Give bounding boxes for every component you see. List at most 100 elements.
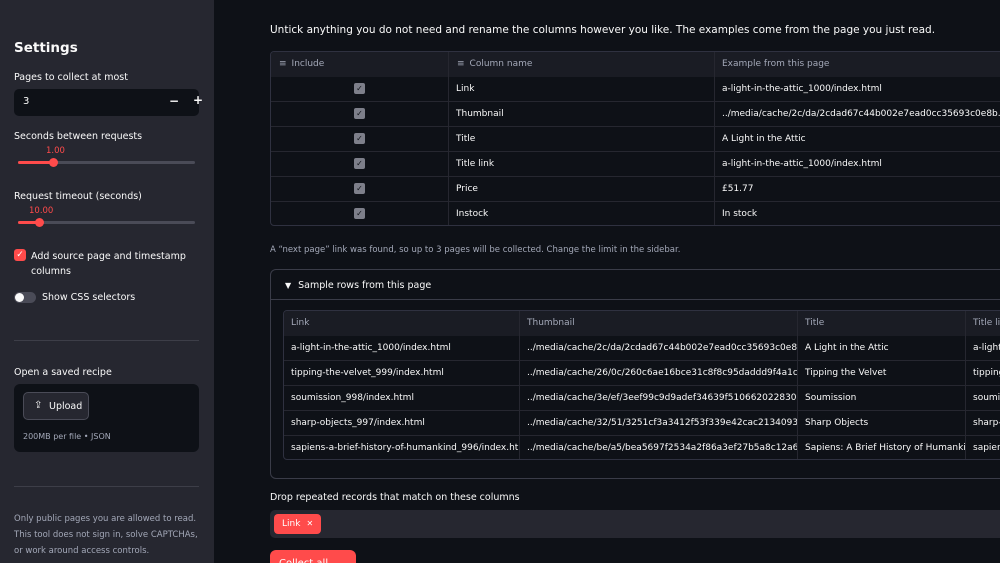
- sidebar-divider: [14, 486, 199, 487]
- sample-header-title[interactable]: Title: [798, 311, 966, 336]
- sample-cell-title-link: sharp-objects_997/index.html: [973, 418, 1000, 428]
- include-cell[interactable]: ✓: [271, 77, 449, 102]
- sample-cell-link: soumission_998/index.html: [284, 386, 520, 411]
- sample-cell-thumbnail: ../media/cache/2c/da/2cdad67c44b002e7ead…: [520, 336, 798, 361]
- sample-header-title-link[interactable]: Title link: [966, 311, 1000, 336]
- file-uploader[interactable]: ⇪ Upload 200MB per file • JSON: [14, 384, 199, 452]
- sample-cell-title: Tipping the Velvet: [798, 361, 966, 386]
- sidebar: Settings Pages to collect at most 3 − + …: [0, 0, 214, 563]
- column-name-cell[interactable]: Price: [449, 177, 715, 202]
- table-row: ✓ Title link a-light-in-the-attic_1000/ind…: [271, 152, 1000, 177]
- include-checkbox[interactable]: ✓: [354, 183, 365, 194]
- expander-divider: [271, 299, 1000, 300]
- sample-cell-thumbnail: ../media/cache/32/51/3251cf3a3412f53f339…: [520, 411, 798, 436]
- collect-all-pages-button[interactable]: Collect all pages: [270, 550, 356, 563]
- table-header-row: Link Thumbnail Title Title link: [284, 311, 1000, 336]
- chip-link[interactable]: Link ✕: [274, 514, 322, 534]
- sample-cell-link: sapiens-a-brief-history-of-humankind_996…: [284, 436, 520, 459]
- include-cell[interactable]: ✓: [271, 127, 449, 152]
- column-name-header[interactable]: ≡ Column name: [449, 52, 715, 77]
- column-name-cell[interactable]: Title: [449, 127, 715, 152]
- table-row: sharp-objects_997/index.html ../media/cac…: [284, 411, 1000, 436]
- sample-cell-thumbnail: ../media/cache/3e/ef/3eef99c9d9adef34639…: [520, 386, 798, 411]
- sample-cell-title-link: tipping-the-velvet_999/index.html: [973, 368, 1000, 378]
- example-cell: a-light-in-the-attic_1000/index.html: [722, 159, 882, 169]
- sample-cell-title-link: a-light-in-the-attic_1000/index.html: [973, 343, 1000, 353]
- column-name-cell[interactable]: Thumbnail: [449, 102, 715, 127]
- include-cell[interactable]: ✓: [271, 177, 449, 202]
- dedupe-multiselect[interactable]: Link ✕: [270, 510, 1000, 538]
- column-name-cell[interactable]: Title link: [449, 152, 715, 177]
- toggle-knob: [15, 293, 24, 302]
- include-cell[interactable]: ✓: [271, 152, 449, 177]
- sample-cell-link: tipping-the-velvet_999/index.html: [284, 361, 520, 386]
- timeout-label: Request timeout (seconds): [14, 191, 142, 202]
- delay-slider-thumb[interactable]: [49, 158, 58, 167]
- add-source-checkbox[interactable]: ✓: [14, 249, 26, 261]
- delay-slider[interactable]: [18, 158, 195, 167]
- sample-cell-title: Sharp Objects: [798, 411, 966, 436]
- timeout-slider[interactable]: [18, 218, 195, 227]
- sample-rows-expander: ▼ Sample rows from this page Link Thumbna…: [270, 269, 1000, 479]
- sidebar-note: Only public pages you are allowed to rea…: [14, 514, 198, 556]
- table-row: sapiens-a-brief-history-of-humankind_996…: [284, 436, 1000, 459]
- include-checkbox[interactable]: ✓: [354, 108, 365, 119]
- sidebar-divider: [14, 340, 199, 341]
- upload-icon: ⇪: [34, 400, 43, 411]
- sample-table: Link Thumbnail Title Title link a-light-…: [283, 310, 1000, 460]
- table-row: tipping-the-velvet_999/index.html ../medi…: [284, 361, 1000, 386]
- table-row: a-light-in-the-attic_1000/index.html ../m…: [284, 336, 1000, 361]
- include-header[interactable]: ≡ Include: [271, 52, 449, 77]
- include-checkbox[interactable]: ✓: [354, 208, 365, 219]
- next-page-note: A “next page” link was found, so up to 3…: [270, 245, 681, 255]
- table-row: ✓ Thumbnail ../media/cache/2c/da/2cdad67c4…: [271, 102, 1000, 127]
- intro-text: Untick anything you do not need and rena…: [270, 24, 936, 36]
- include-checkbox[interactable]: ✓: [354, 133, 365, 144]
- edit-column-icon: ≡: [279, 59, 287, 69]
- add-source-label: Add source page and timestamp columns: [31, 251, 186, 277]
- show-css-toggle[interactable]: [14, 292, 36, 303]
- saved-recipe-label: Open a saved recipe: [14, 367, 112, 378]
- sample-cell-link: a-light-in-the-attic_1000/index.html: [284, 336, 520, 361]
- sample-cell-link: sharp-objects_997/index.html: [284, 411, 520, 436]
- decrement-button[interactable]: −: [169, 94, 179, 108]
- show-css-label: Show CSS selectors: [42, 292, 136, 303]
- example-cell: a-light-in-the-attic_1000/index.html: [722, 84, 882, 94]
- expander-toggle[interactable]: ▼ Sample rows from this page: [285, 280, 431, 291]
- sample-header-thumbnail[interactable]: Thumbnail: [520, 311, 798, 336]
- sample-cell-thumbnail: ../media/cache/be/a5/bea5697f2534a2f86a3…: [520, 436, 798, 459]
- include-cell[interactable]: ✓: [271, 202, 449, 225]
- sample-cell-title: A Light in the Attic: [798, 336, 966, 361]
- column-name-cell[interactable]: Link: [449, 77, 715, 102]
- table-row: soumission_998/index.html ../media/cache/…: [284, 386, 1000, 411]
- delay-slider-value: 1.00: [46, 146, 65, 156]
- pages-number-input[interactable]: 3 − +: [14, 89, 203, 116]
- close-icon[interactable]: ✕: [306, 519, 313, 528]
- sample-cell-title: Soumission: [798, 386, 966, 411]
- example-header[interactable]: Example from this page: [715, 52, 1000, 77]
- pages-label: Pages to collect at most: [14, 72, 128, 83]
- dedupe-label: Drop repeated records that match on thes…: [270, 492, 520, 503]
- timeout-slider-value: 10.00: [29, 206, 54, 216]
- include-checkbox[interactable]: ✓: [354, 158, 365, 169]
- expander-title: Sample rows from this page: [298, 280, 432, 291]
- chevron-down-icon: ▼: [285, 281, 292, 290]
- sample-cell-title: Sapiens: A Brief History of Humankind: [798, 436, 966, 459]
- pages-value[interactable]: 3: [23, 96, 29, 107]
- example-cell: A Light in the Attic: [722, 134, 806, 144]
- delay-slider-fill: [18, 161, 53, 164]
- sample-cell-title-link: soumission_998/index.html: [973, 393, 1000, 403]
- include-cell[interactable]: ✓: [271, 102, 449, 127]
- increment-button[interactable]: +: [193, 93, 203, 107]
- table-row: ✓ Price £51.77: [271, 177, 1000, 202]
- upload-hint: 200MB per file • JSON: [23, 432, 111, 441]
- sample-cell-title-link: sapiens-a-brief-history-of-humankind_996…: [973, 443, 1000, 453]
- sidebar-title: Settings: [14, 40, 78, 56]
- include-checkbox[interactable]: ✓: [354, 83, 365, 94]
- sample-header-link[interactable]: Link: [284, 311, 520, 336]
- chip-label: Link: [282, 519, 301, 529]
- edit-column-icon: ≡: [457, 59, 465, 69]
- timeout-slider-thumb[interactable]: [35, 218, 44, 227]
- upload-button[interactable]: ⇪ Upload: [23, 392, 89, 420]
- column-name-cell[interactable]: Instock: [449, 202, 715, 225]
